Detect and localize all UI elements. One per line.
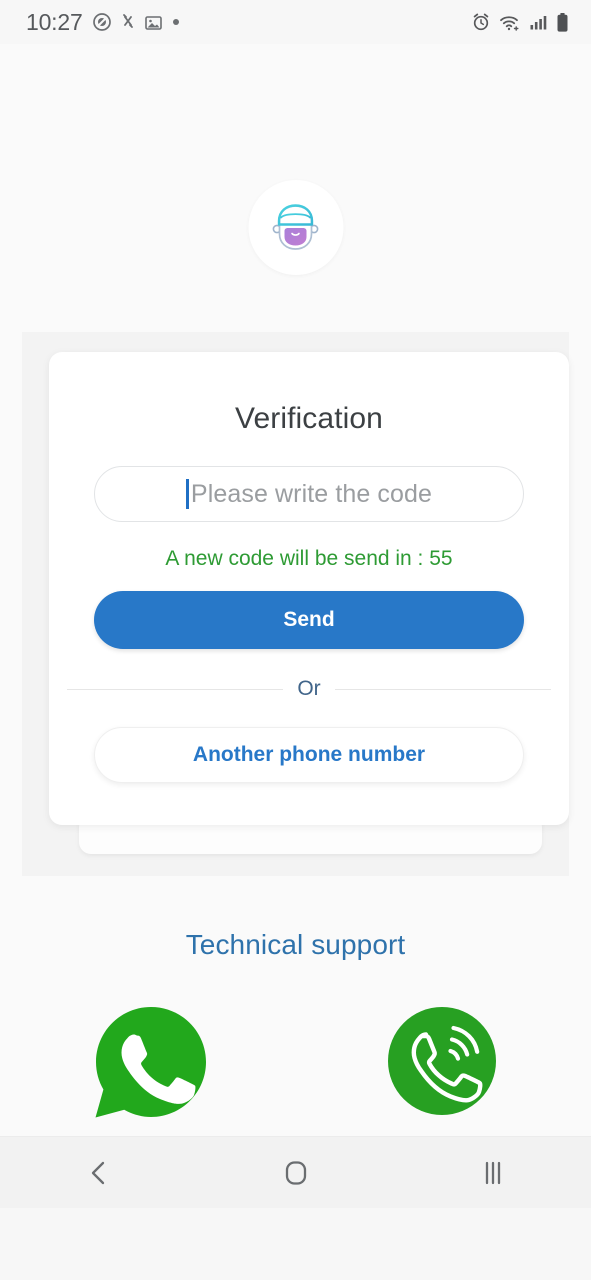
divider-line-left <box>67 688 284 690</box>
status-bar: 10:27 <box>0 0 591 44</box>
verification-card: Verification Please write the code A new… <box>49 352 569 825</box>
text-caret <box>185 479 189 509</box>
bearded-face-avatar-icon <box>272 203 319 250</box>
status-bar-left: 10:27 <box>26 9 180 36</box>
back-chevron-icon <box>91 1161 104 1184</box>
android-nav-bar <box>0 1136 591 1208</box>
divider-label: Or <box>297 677 321 700</box>
recents-bars-icon <box>485 1161 500 1184</box>
status-bar-right <box>471 12 569 33</box>
another-phone-number-button[interactable]: Another phone number <box>94 727 524 783</box>
wifi-icon <box>500 15 519 31</box>
dot-icon <box>172 19 179 25</box>
page-title: Verification <box>235 402 383 435</box>
divider-line-right <box>334 688 552 690</box>
technical-support-title: Technical support <box>185 929 406 960</box>
phone-call-icon <box>387 1007 496 1115</box>
status-time: 10:27 <box>26 8 83 35</box>
nav-back-button[interactable] <box>54 1145 144 1201</box>
send-button[interactable]: Send <box>94 591 524 649</box>
image-icon <box>144 15 162 30</box>
do-not-disturb-icon <box>92 13 111 31</box>
app-screen: Verification Please write the code A new… <box>0 44 591 1208</box>
resend-countdown-text: A new code will be send in : 55 <box>165 547 453 570</box>
divider: Or <box>67 677 552 701</box>
bluetooth-transfer-icon <box>122 14 133 28</box>
card-region: Verification Please write the code A new… <box>22 332 569 876</box>
cellular-signal-icon <box>530 15 547 29</box>
code-input-placeholder: Please write the code <box>190 479 433 508</box>
nav-recents-button[interactable] <box>448 1145 538 1201</box>
code-input[interactable]: Please write the code <box>94 466 524 522</box>
home-squircle-icon <box>285 1160 306 1185</box>
alarm-icon <box>473 13 489 31</box>
battery-icon <box>557 12 568 32</box>
whatsapp-icon <box>95 1007 206 1118</box>
avatar <box>248 180 343 275</box>
nav-home-button[interactable] <box>251 1145 341 1201</box>
